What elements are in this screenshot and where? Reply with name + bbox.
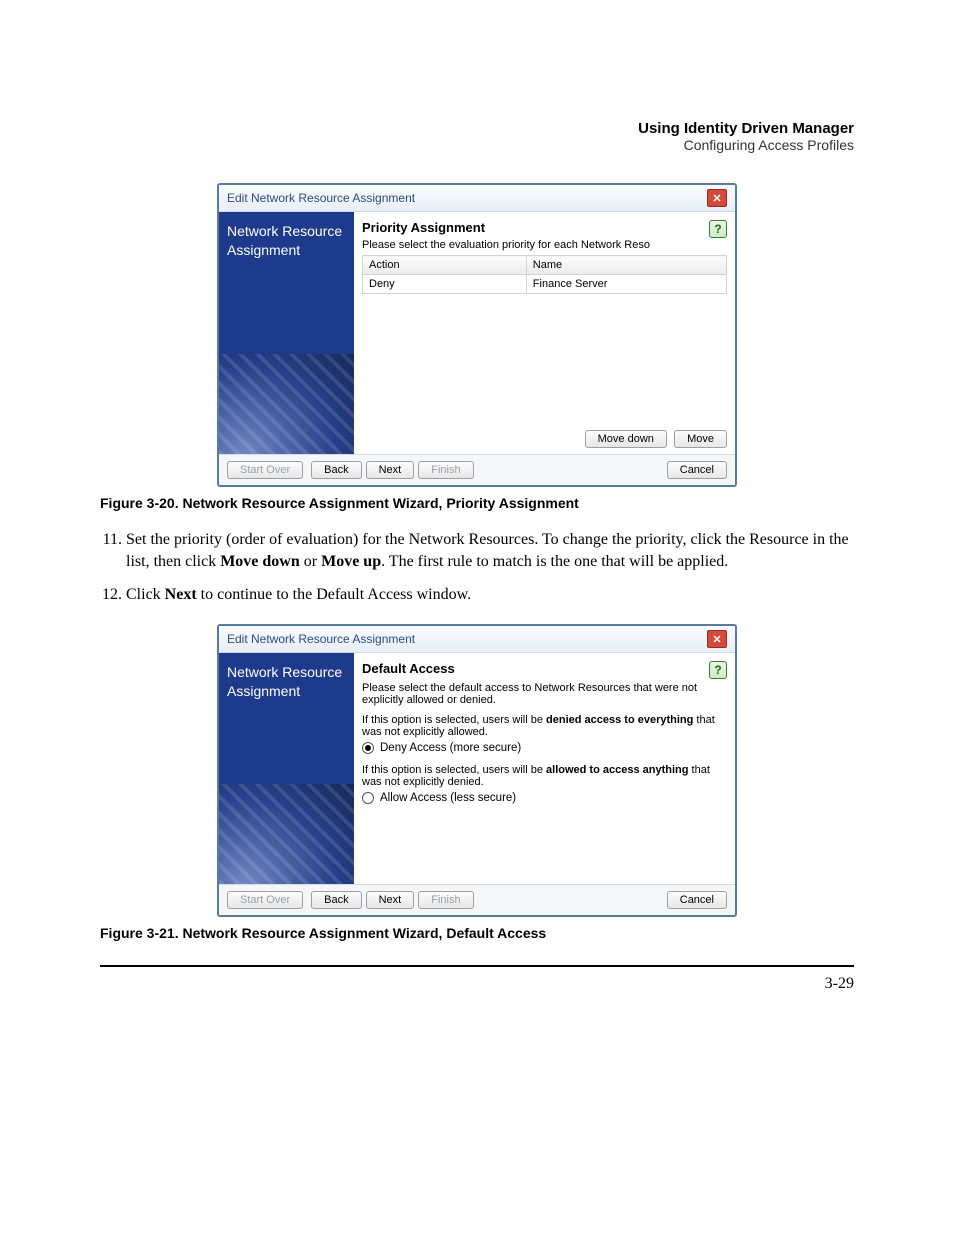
cell-name: Finance Server	[526, 275, 726, 294]
priority-assignment-dialog: Edit Network Resource Assignment ✕ Netwo…	[217, 183, 737, 487]
move-down-button[interactable]: Move down	[585, 430, 667, 448]
footer-rule	[100, 965, 854, 967]
radio-unselected-icon	[362, 792, 374, 804]
priority-table[interactable]: Action Name Deny Finance Server	[362, 255, 727, 294]
step-heading: Priority Assignment	[362, 220, 727, 235]
help-icon[interactable]: ?	[709, 661, 727, 679]
deny-access-radio[interactable]: Deny Access (more secure)	[362, 742, 727, 754]
move-up-label: Move up	[321, 553, 381, 570]
wizard-sidebar-title: Network Resource Assignment	[219, 653, 354, 707]
move-down-label: Move down	[220, 553, 300, 570]
dialog-title: Edit Network Resource Assignment	[227, 191, 415, 205]
cancel-button[interactable]: Cancel	[667, 461, 727, 479]
allow-access-radio[interactable]: Allow Access (less secure)	[362, 792, 727, 804]
wizard-sidebar-image	[219, 784, 354, 884]
step-hint: Please select the evaluation priority fo…	[362, 239, 727, 251]
figure-caption-2: Figure 3-21. Network Resource Assignment…	[100, 925, 854, 941]
step-text: to continue to the Default Access window…	[197, 586, 471, 603]
step-text: or	[300, 553, 321, 570]
back-button[interactable]: Back	[311, 891, 361, 909]
cancel-button[interactable]: Cancel	[667, 891, 727, 909]
finish-button[interactable]: Finish	[418, 461, 473, 479]
column-action[interactable]: Action	[363, 256, 527, 275]
next-button[interactable]: Next	[366, 891, 415, 909]
move-button[interactable]: Move	[674, 430, 727, 448]
wizard-sidebar-image	[219, 354, 354, 454]
page-number: 3-29	[100, 975, 854, 993]
close-icon[interactable]: ✕	[707, 630, 727, 648]
default-access-dialog: Edit Network Resource Assignment ✕ Netwo…	[217, 624, 737, 917]
allow-desc-bold: allowed to access anything	[546, 764, 688, 776]
start-over-button[interactable]: Start Over	[227, 461, 303, 479]
allow-desc-text: If this option is selected, users will b…	[362, 764, 546, 776]
step-11: Set the priority (order of evaluation) f…	[126, 529, 854, 574]
help-icon[interactable]: ?	[709, 220, 727, 238]
dialog-title: Edit Network Resource Assignment	[227, 632, 415, 646]
table-row[interactable]: Deny Finance Server	[363, 275, 727, 294]
column-name[interactable]: Name	[526, 256, 726, 275]
start-over-button[interactable]: Start Over	[227, 891, 303, 909]
back-button[interactable]: Back	[311, 461, 361, 479]
finish-button[interactable]: Finish	[418, 891, 473, 909]
wizard-sidebar-title: Network Resource Assignment	[219, 212, 354, 266]
step-text: . The first rule to match is the one tha…	[381, 553, 728, 570]
running-head-subtitle: Configuring Access Profiles	[100, 137, 854, 153]
allow-access-label: Allow Access (less secure)	[380, 792, 516, 804]
step-text: Click	[126, 586, 165, 603]
deny-access-label: Deny Access (more secure)	[380, 742, 521, 754]
deny-desc-bold: denied access to everything	[546, 714, 693, 726]
next-label: Next	[165, 586, 197, 603]
close-icon[interactable]: ✕	[707, 189, 727, 207]
step-12: Click Next to continue to the Default Ac…	[126, 584, 854, 606]
running-head-title: Using Identity Driven Manager	[100, 120, 854, 137]
default-access-intro: Please select the default access to Netw…	[362, 682, 727, 706]
step-heading: Default Access	[362, 661, 727, 676]
figure-caption-1: Figure 3-20. Network Resource Assignment…	[100, 495, 854, 511]
next-button[interactable]: Next	[366, 461, 415, 479]
deny-desc-text: If this option is selected, users will b…	[362, 714, 546, 726]
cell-action: Deny	[363, 275, 527, 294]
radio-selected-icon	[362, 742, 374, 754]
